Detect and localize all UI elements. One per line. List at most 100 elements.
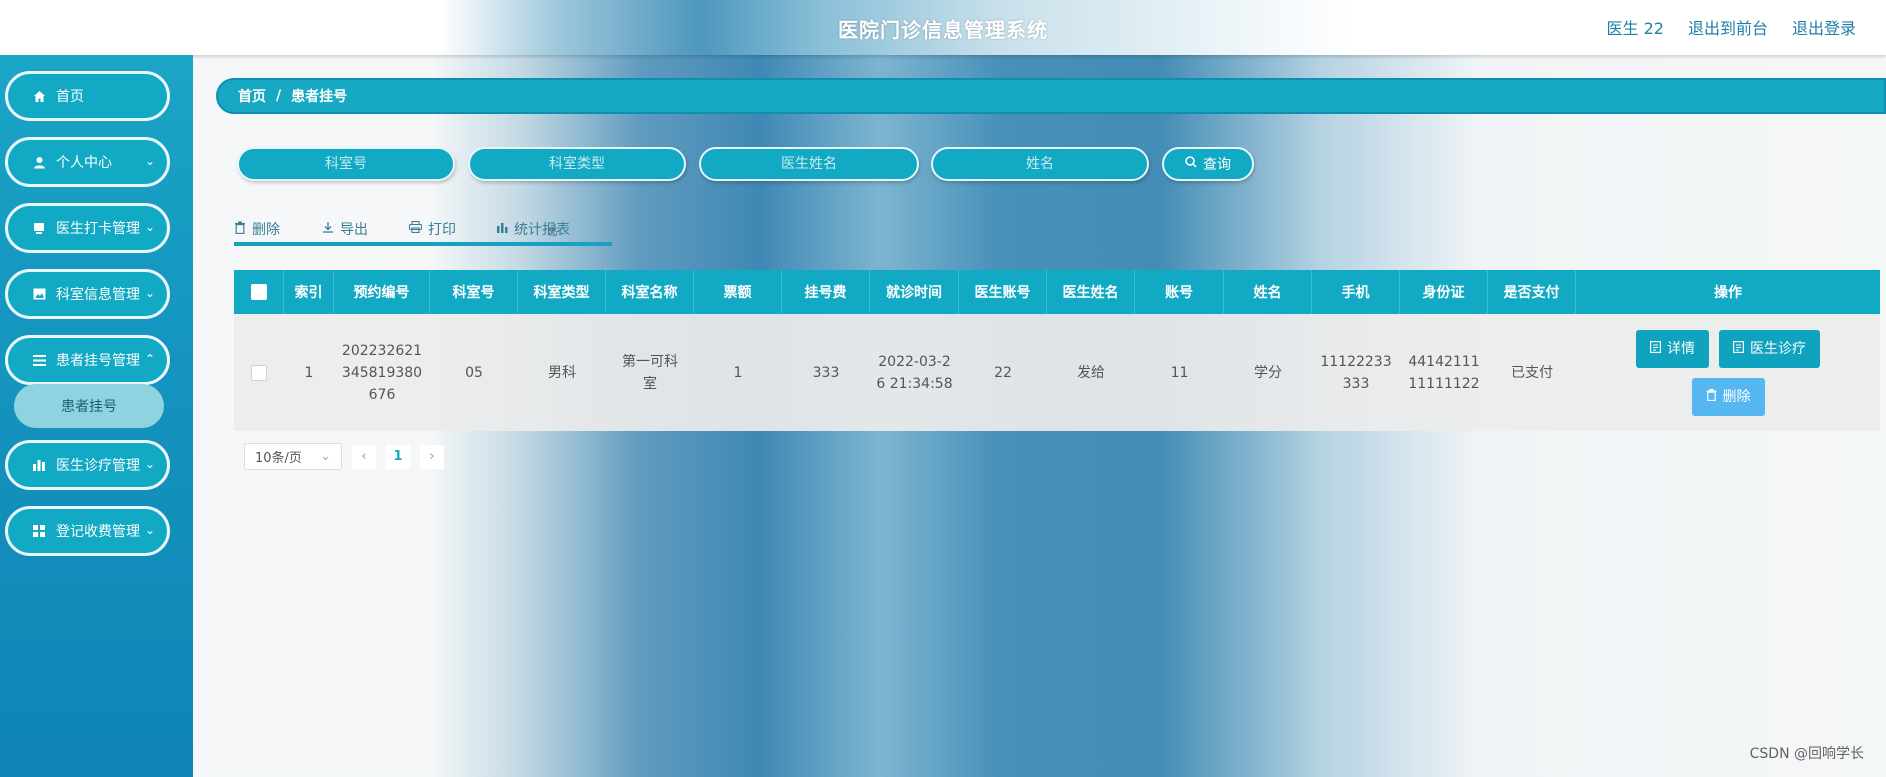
- user-icon: [32, 155, 46, 169]
- sidebar-item-doctor-diagnosis[interactable]: 医生诊疗管理 ⌄: [5, 440, 170, 490]
- image-icon: [32, 287, 46, 301]
- export-tool-button[interactable]: 导出: [322, 214, 409, 244]
- delete-tool-label: 删除: [252, 222, 280, 238]
- table-header: 科室名称: [606, 270, 694, 314]
- cell-name: 学分: [1254, 364, 1282, 381]
- export-tool-label: 导出: [340, 222, 368, 238]
- sidebar: 首页 个人中心 ⌄ 医生打卡管理 ⌄ 科室信息管理 ⌄ 患者挂号管理 ⌃ 患者挂…: [0, 55, 193, 777]
- search-button-label: 查询: [1203, 157, 1231, 173]
- sidebar-item-label: 患者挂号管理: [56, 353, 140, 369]
- grid-icon: [32, 524, 46, 538]
- exit-to-front-link[interactable]: 退出到前台: [1688, 15, 1768, 39]
- cell-paid: 已支付: [1511, 364, 1553, 381]
- data-table: 索引 预约编号 科室号 科室类型 科室名称 票额 挂号费 就诊时间 医生账号 医…: [234, 270, 1880, 431]
- cell-id-card: 4414211111111122: [1408, 353, 1480, 392]
- chevron-down-icon: ⌄: [144, 220, 155, 234]
- breadcrumb-separator: /: [276, 88, 282, 104]
- pagination: 10条/页 ⌄ ‹ 1 ›: [244, 443, 444, 470]
- app-title: 医院门诊信息管理系统: [838, 18, 1048, 42]
- cell-dept-name: 第一可科室: [622, 353, 678, 392]
- watermark: CSDN @回响学长: [1749, 746, 1864, 762]
- detail-button[interactable]: 详情: [1636, 329, 1709, 368]
- page-size-select[interactable]: 10条/页 ⌄: [244, 443, 342, 470]
- sidebar-item-patient-registration[interactable]: 患者挂号管理 ⌃: [5, 335, 170, 385]
- next-page-button[interactable]: ›: [420, 444, 444, 469]
- cell-dept-type: 男科: [548, 364, 576, 381]
- chevron-down-icon: ⌄: [144, 154, 155, 168]
- cell-appointment-no: 202232621345819380676: [341, 342, 423, 403]
- chevron-up-icon: ⌃: [144, 352, 155, 366]
- sidebar-item-doctor-checkin[interactable]: 医生打卡管理 ⌄: [5, 203, 170, 253]
- sidebar-subitem-label: 患者挂号: [61, 399, 117, 415]
- cell-dept-no: 05: [465, 364, 483, 381]
- cell-doctor-name: 发给: [1077, 364, 1105, 381]
- logout-link[interactable]: 退出登录: [1792, 15, 1856, 39]
- home-icon: [32, 89, 46, 103]
- print-tool-button[interactable]: 打印: [408, 214, 497, 244]
- sidebar-item-dept-info[interactable]: 科室信息管理 ⌄: [5, 269, 170, 319]
- sidebar-item-label: 科室信息管理: [56, 287, 140, 303]
- bar-chart-icon: [32, 458, 46, 472]
- trash-icon: [234, 221, 246, 238]
- table-header: 账号: [1135, 270, 1224, 314]
- page-number-button[interactable]: 1: [386, 444, 410, 469]
- dept-no-input[interactable]: 科室号: [237, 147, 455, 181]
- dept-type-input[interactable]: 科室类型: [468, 147, 686, 181]
- sidebar-item-personal[interactable]: 个人中心 ⌄: [5, 137, 170, 187]
- select-all-cell[interactable]: [234, 270, 284, 314]
- name-input[interactable]: 姓名: [931, 147, 1149, 181]
- sidebar-item-home[interactable]: 首页: [5, 71, 170, 121]
- chevron-down-icon: ⌄: [320, 449, 331, 464]
- sidebar-item-label: 首页: [56, 89, 84, 105]
- search-icon: [1185, 156, 1197, 172]
- search-button[interactable]: 查询: [1162, 147, 1254, 181]
- table-header: 票额: [694, 270, 782, 314]
- doctor-name-input[interactable]: 医生姓名: [699, 147, 919, 181]
- top-bar: 医院门诊信息管理系统 医生 22 退出到前台 退出登录: [0, 0, 1886, 55]
- top-nav: 医生 22 退出到前台 退出登录: [1607, 15, 1856, 39]
- cell-visit-time: 2022-03-26 21:34:58: [876, 353, 953, 392]
- chevron-down-icon: ⌄: [144, 523, 155, 537]
- document-icon: [1650, 338, 1662, 360]
- select-all-checkbox[interactable]: [250, 284, 267, 300]
- chevron-down-icon: ⌄: [144, 457, 155, 471]
- breadcrumb-home[interactable]: 首页: [238, 86, 266, 106]
- delete-row-button[interactable]: 删除: [1691, 377, 1765, 416]
- sidebar-subitem-patient-registration[interactable]: 患者挂号: [14, 384, 164, 428]
- breadcrumb: 首页 / 患者挂号: [216, 78, 1886, 114]
- sidebar-item-billing[interactable]: 登记收费管理 ⌄: [5, 506, 170, 556]
- card-icon: [32, 221, 46, 235]
- prev-page-button[interactable]: ‹: [352, 444, 376, 469]
- table-header: 身份证: [1400, 270, 1488, 314]
- row-checkbox[interactable]: [251, 364, 267, 381]
- print-tool-label: 打印: [428, 222, 456, 238]
- row-select-cell[interactable]: [234, 314, 284, 431]
- table-header: 操作: [1714, 285, 1742, 301]
- table-header: 手机: [1312, 270, 1400, 314]
- user-link[interactable]: 医生 22: [1607, 15, 1664, 39]
- table-header: 医生账号: [959, 270, 1047, 314]
- breadcrumb-current: 患者挂号: [291, 89, 348, 105]
- cell-actions: 详情 医生诊疗 删除: [1576, 314, 1880, 431]
- sidebar-item-label: 医生诊疗管理: [56, 458, 140, 474]
- printer-icon: [408, 220, 423, 237]
- cell-index: 1: [304, 364, 314, 381]
- sidebar-item-label: 登记收费管理: [56, 524, 140, 540]
- list-icon: [32, 353, 46, 367]
- cell-ticket: 1: [733, 364, 743, 381]
- bar-chart-icon: [497, 221, 508, 237]
- pointer-cursor-icon: ☝: [548, 221, 558, 240]
- diagnosis-button[interactable]: 医生诊疗: [1719, 329, 1820, 368]
- report-tool-label: 统计报表: [514, 222, 570, 238]
- chevron-down-icon: ⌄: [144, 286, 155, 300]
- delete-row-label: 删除: [1722, 388, 1751, 405]
- table-header: 医生姓名: [1047, 270, 1135, 314]
- table-header: 是否支付: [1488, 270, 1576, 314]
- diagnosis-button-label: 医生诊疗: [1750, 340, 1806, 357]
- delete-tool-button[interactable]: 删除: [234, 214, 322, 244]
- table-header: 挂号费: [782, 270, 870, 314]
- detail-button-label: 详情: [1667, 340, 1695, 357]
- table-header: 姓名: [1224, 270, 1312, 314]
- table-header-row: 索引 预约编号 科室号 科室类型 科室名称 票额 挂号费 就诊时间 医生账号 医…: [234, 270, 1880, 314]
- chevron-right-icon: ›: [429, 449, 435, 464]
